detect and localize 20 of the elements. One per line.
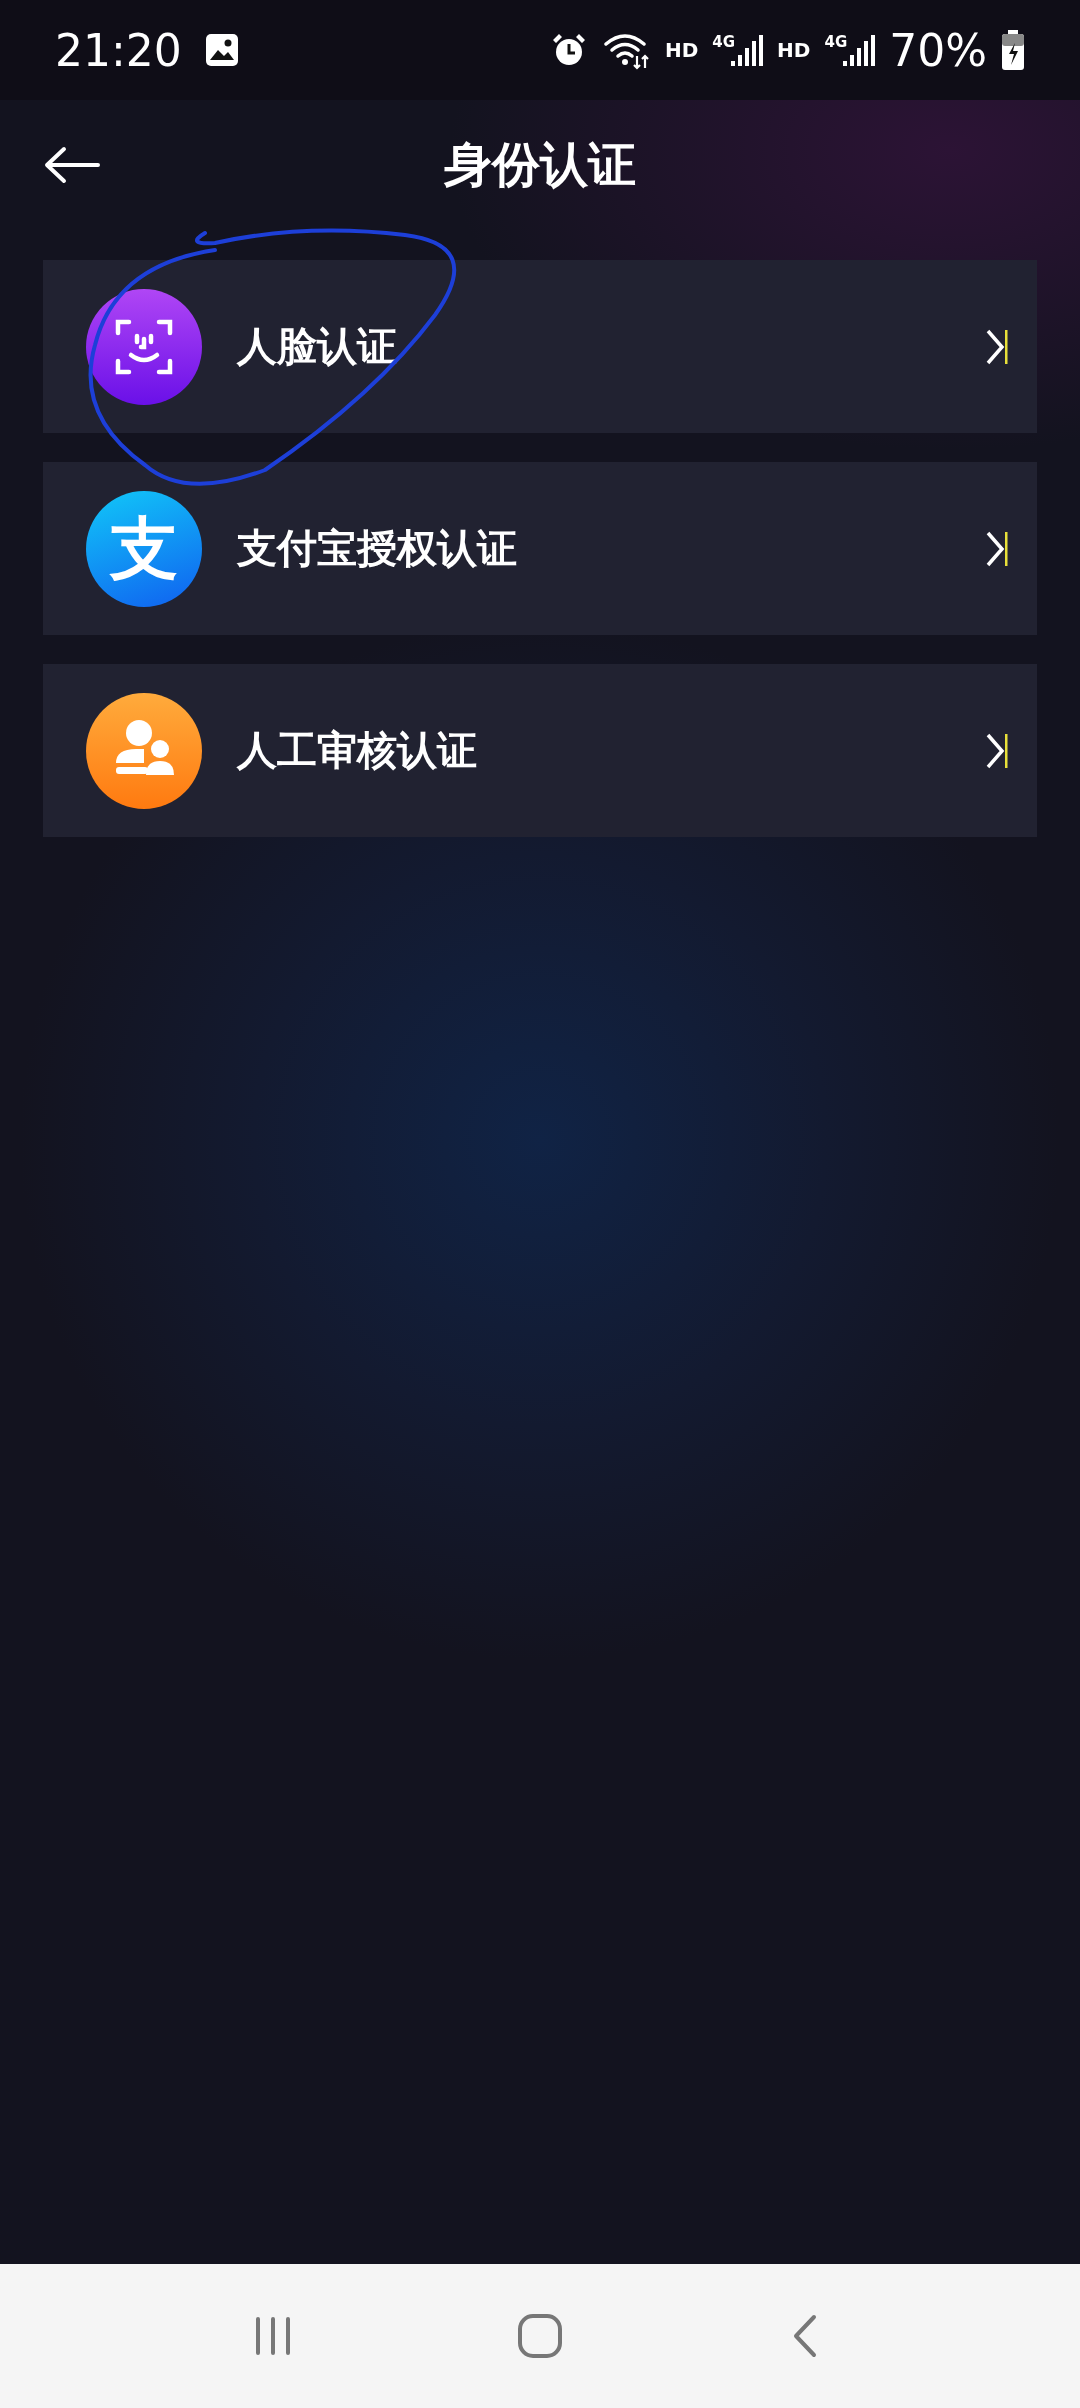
network-label: HD	[665, 38, 699, 62]
network-label: 4G	[712, 33, 736, 51]
network-label: 4G	[824, 33, 848, 51]
option-label: 支付宝授权认证	[237, 524, 518, 573]
battery-percent: 70%	[889, 24, 987, 76]
clock-time: 21:20	[55, 24, 182, 76]
network-label: HD	[777, 38, 811, 62]
verification-option[interactable]: 支 支付宝授权认证	[43, 462, 1037, 635]
gallery-icon	[203, 32, 240, 68]
option-label: 人工审核认证	[237, 726, 478, 775]
verification-option[interactable]: 人工审核认证	[43, 664, 1037, 837]
verification-option[interactable]: 人脸认证	[43, 260, 1037, 433]
back-arrow-icon[interactable]	[42, 145, 102, 185]
page-title: 身份认证	[444, 135, 636, 194]
home-icon	[515, 2311, 565, 2361]
logo-glyph: 支	[110, 514, 178, 583]
people-icon	[86, 692, 202, 809]
battery-icon	[1001, 29, 1025, 71]
face-scan-icon	[86, 288, 202, 405]
option-label: 人脸认证	[237, 322, 398, 371]
